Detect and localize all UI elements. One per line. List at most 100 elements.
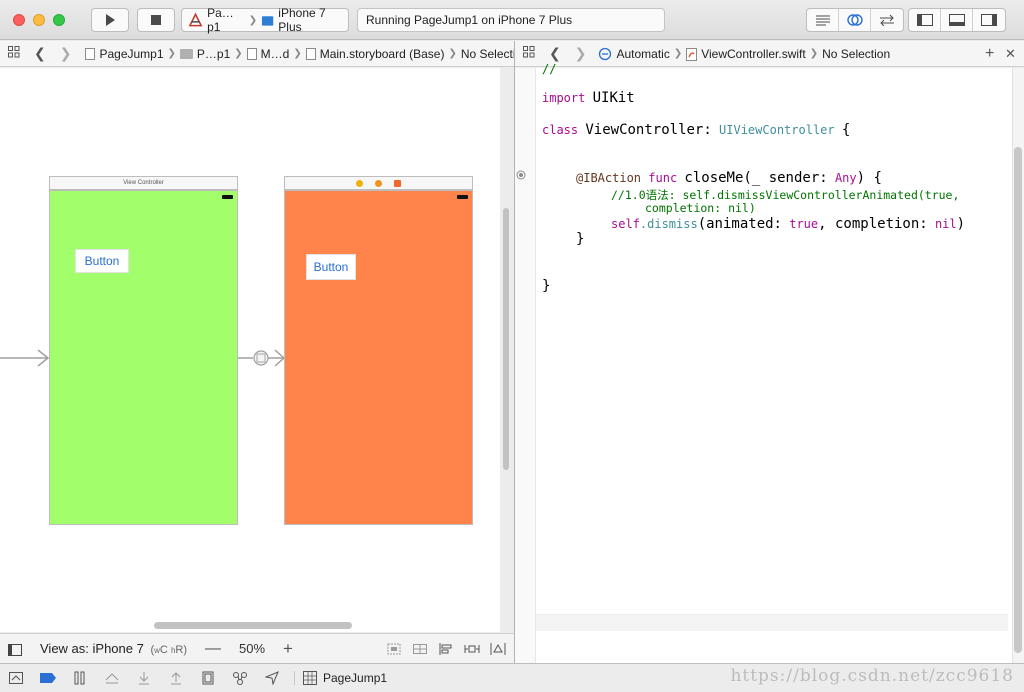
storyboard-canvas[interactable]: View Controller Button Button [0, 68, 500, 632]
related-items-grid-icon[interactable] [8, 46, 20, 61]
editor-current-line-highlight [536, 614, 1008, 631]
scene1-button[interactable]: Button [75, 249, 129, 273]
forward-arrow-icon[interactable]: ❯ [60, 45, 72, 62]
resolve-layout-icon[interactable] [490, 642, 506, 656]
any-type: Any [834, 171, 857, 185]
close-editor-x-icon[interactable]: ✕ [1005, 46, 1016, 62]
scene2-title-bar[interactable] [284, 176, 473, 190]
editor-vertical-scrollbar[interactable] [1014, 147, 1022, 653]
class-name: ViewController: [585, 122, 712, 138]
dismiss-args-mid: , completion: [818, 216, 928, 232]
chevron-right-icon: ❯ [809, 48, 819, 59]
pin-constraints-icon[interactable] [464, 642, 480, 656]
import-keyword: import [542, 91, 586, 105]
toggle-utilities-button[interactable] [973, 9, 1005, 31]
pause-icon[interactable] [64, 671, 96, 685]
document-outline-toggle-icon[interactable] [8, 641, 22, 656]
class-keyword: class [542, 123, 579, 137]
version-editor-button[interactable] [871, 9, 903, 31]
view-hierarchy-icon[interactable] [192, 671, 224, 685]
code-line-class: class ViewController: UIViewController { [542, 122, 850, 138]
run-button[interactable] [91, 8, 129, 32]
activity-status-text: Running PageJump1 on iPhone 7 Plus [366, 13, 573, 27]
process-target-label: PageJump1 [323, 671, 388, 685]
func-signature: closeMe(_ sender: [684, 170, 828, 186]
forward-arrow-icon[interactable]: ❯ [575, 45, 587, 62]
scene1-button-label: Button [84, 254, 120, 268]
ibaction-attribute: @IBAction [576, 171, 642, 185]
back-arrow-icon[interactable]: ❮ [549, 45, 561, 62]
jump-item-file[interactable]: ViewController.swift [701, 47, 805, 61]
canvas-vertical-scrollbar[interactable] [503, 208, 509, 470]
battery-icon [222, 195, 233, 199]
view-controller-icon [356, 179, 363, 187]
back-arrow-icon[interactable]: ❮ [34, 45, 46, 62]
nil-keyword: nil [934, 217, 957, 231]
process-selector[interactable]: PageJump1 [294, 671, 387, 685]
toggle-navigator-button[interactable] [909, 9, 941, 31]
step-out-icon[interactable] [160, 671, 192, 685]
segue-arrow-icon [238, 349, 286, 367]
code-line-class-close: } [542, 278, 551, 294]
jump-item-storyboard[interactable]: Main.storyboard (Base) [320, 47, 445, 61]
zoom-level: 50% [239, 641, 266, 656]
stack-icon[interactable] [412, 642, 428, 656]
scene2-button[interactable]: Button [306, 254, 356, 280]
scene1-view[interactable]: Button [49, 190, 238, 525]
assistant-editor-button[interactable] [839, 9, 871, 31]
initial-entry-arrow-icon [0, 349, 50, 367]
scene2-button-label: Button [313, 260, 349, 274]
jump-item-group[interactable]: P…p1 [197, 47, 230, 61]
assistant-rings-icon [598, 46, 616, 61]
close-window-button[interactable] [13, 14, 25, 26]
self-keyword: self [611, 217, 640, 231]
add-editor-plus-icon[interactable]: + [985, 45, 994, 63]
jump-item-main[interactable]: M…d [261, 47, 290, 61]
scheme-selector[interactable]: Pa…p1 ❯ iPhone 7 Plus [181, 6, 349, 34]
step-over-icon[interactable] [96, 671, 128, 685]
watermark-text: https://blog.csdn.net/zcc9618 [730, 666, 1014, 686]
minimize-window-button[interactable] [33, 14, 45, 26]
align-icon[interactable] [438, 642, 454, 656]
chevron-right-icon: ❯ [293, 48, 302, 59]
storyboard-jump-bar: ❮ ❯ PageJump1 ❯ P…p1 ❯ M…d ❯ Main.storyb… [0, 41, 514, 67]
hide-debug-area-icon[interactable] [0, 672, 32, 684]
jump-item-project[interactable]: PageJump1 [99, 47, 163, 61]
standard-editor-button[interactable] [807, 9, 839, 31]
jump-item-automatic[interactable]: Automatic [616, 47, 669, 61]
scene1-title-bar[interactable]: View Controller [49, 176, 238, 190]
zoom-in-plus-icon[interactable]: + [283, 639, 293, 659]
step-into-icon[interactable] [128, 671, 160, 685]
chevron-right-icon: ❯ [248, 14, 258, 26]
memory-graph-icon[interactable] [224, 671, 256, 685]
jump-item-selection[interactable]: No Selection [822, 47, 890, 61]
activity-viewer: Running PageJump1 on iPhone 7 Plus [357, 8, 665, 32]
folder-icon [179, 47, 197, 61]
func-keyword: func [648, 171, 678, 185]
related-items-grid-icon[interactable] [523, 46, 535, 61]
code-line-func-close: } [576, 231, 585, 247]
zoom-out-minus-icon[interactable]: — [205, 640, 221, 658]
embed-in-icon[interactable] [386, 642, 402, 656]
zoom-window-button[interactable] [53, 14, 65, 26]
code-line-dismiss: self.dismiss(animated: true, completion:… [611, 216, 965, 232]
code-editor[interactable]: // import UIKit class ViewController: UI… [515, 62, 1012, 663]
bottom-panel-icon [948, 14, 965, 26]
jump-item-selection[interactable]: No Selection [461, 47, 514, 61]
assistant-rings-icon [846, 14, 863, 26]
battery-icon [457, 195, 468, 199]
dismiss-args-end: ) [956, 216, 966, 232]
scene2-view[interactable]: Button [284, 190, 473, 525]
view-as-device-button[interactable]: View as: iPhone 7 (wC hR) [40, 641, 187, 656]
stop-button[interactable] [137, 8, 175, 32]
simulate-location-icon[interactable] [256, 671, 288, 685]
code-line-import: import UIKit [542, 90, 635, 106]
canvas-horizontal-scrollbar[interactable] [154, 622, 352, 629]
class-brace-open: { [841, 122, 851, 138]
right-panel-icon [981, 14, 997, 26]
size-class-h-value: R [175, 644, 184, 656]
chevron-right-icon: ❯ [167, 48, 176, 59]
toggle-debug-area-button[interactable] [941, 9, 973, 31]
breakpoints-toggle-icon[interactable] [32, 673, 64, 683]
ibaction-connection-icon[interactable] [516, 170, 526, 180]
